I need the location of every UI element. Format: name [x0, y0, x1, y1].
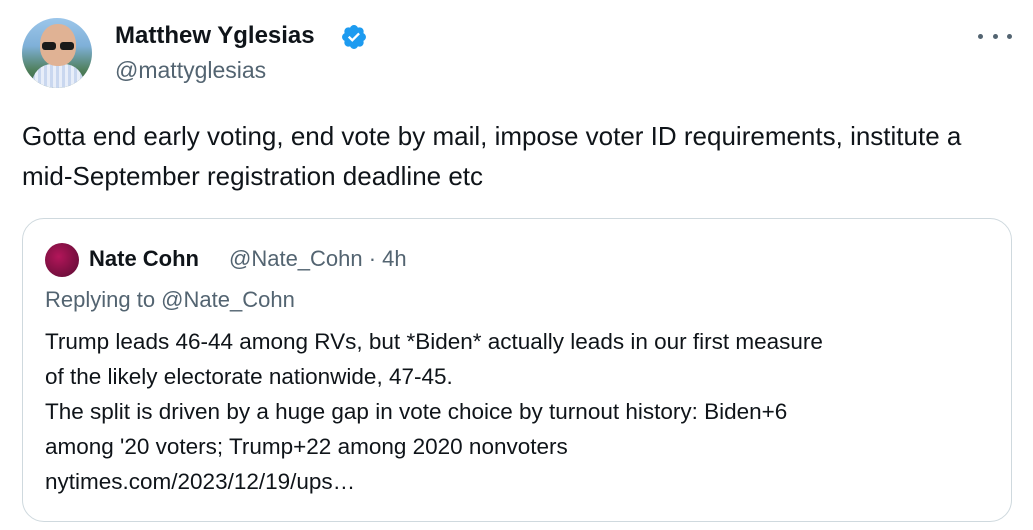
quoted-text-line: Trump leads 46-44 among RVs, but *Biden*…: [45, 329, 823, 354]
quoted-text-line: among '20 voters; Trump+22 among 2020 no…: [45, 434, 568, 459]
more-dots-icon[interactable]: [978, 24, 1012, 48]
quoted-text-line: The split is driven by a huge gap in vot…: [45, 399, 788, 424]
quoted-replying-to[interactable]: Replying to @Nate_Cohn: [45, 285, 295, 315]
verified-badge-icon: [342, 25, 366, 49]
author-display-name[interactable]: Matthew Yglesias: [115, 22, 315, 50]
author-handle[interactable]: @mattyglesias: [115, 56, 266, 84]
author-avatar[interactable]: [22, 18, 92, 88]
quoted-author-meta[interactable]: @Nate_Cohn · 4h: [229, 244, 407, 274]
quoted-link[interactable]: nytimes.com/2023/12/19/ups…: [45, 464, 995, 499]
quoted-author-avatar[interactable]: [45, 243, 79, 277]
tweet-text: Gotta end early voting, end vote by mail…: [22, 121, 962, 191]
quoted-tweet[interactable]: Nate Cohn @Nate_Cohn · 4h Replying to @N…: [22, 218, 1012, 522]
quoted-tweet-text: Trump leads 46-44 among RVs, but *Biden*…: [45, 324, 995, 499]
quoted-author-name[interactable]: Nate Cohn: [89, 244, 199, 274]
quoted-text-line: of the likely electorate nationwide, 47-…: [45, 364, 453, 389]
tweet: Matthew Yglesias @mattyglesias Gotta end…: [0, 0, 1033, 530]
